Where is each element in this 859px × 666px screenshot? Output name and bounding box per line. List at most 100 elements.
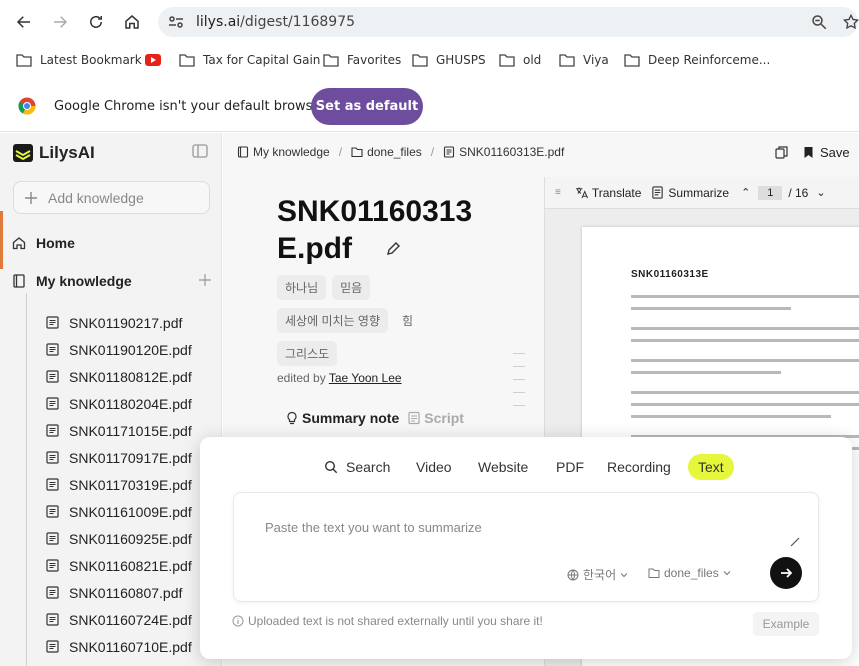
tag[interactable]: 힘 [394,308,421,333]
address-bar[interactable]: lilys.ai/digest/1168975 [158,7,859,37]
summarize-button[interactable]: Summarize [651,186,729,200]
breadcrumb-my-knowledge[interactable]: My knowledge [253,145,330,159]
sidebar-collapse-icon[interactable] [192,143,208,159]
bookmark-icon [804,147,813,158]
tab-label: Text [698,459,724,475]
translate-button[interactable]: Translate [575,185,642,200]
language-selector[interactable]: 한국어 [567,566,628,583]
list-item[interactable]: SNK01161009E.pdf [46,498,221,525]
brand-name: LilysAI [39,143,95,162]
breadcrumb: My knowledge / done_files / SNK01160313E… [237,145,564,159]
file-name: SNK01180204E.pdf [69,395,192,412]
sidebar-accent-bar [0,211,3,269]
bookmark-item[interactable]: old [499,50,541,70]
browser-toolbar: lilys.ai/digest/1168975 [0,0,859,44]
translate-label: Translate [591,185,642,200]
bookmark-star-icon[interactable] [842,13,859,31]
tab-video[interactable]: Video [416,454,452,480]
list-item[interactable]: SNK01160925E.pdf [46,525,221,552]
edit-pencil-icon[interactable] [385,241,401,257]
tab-search[interactable]: Search [324,454,390,480]
set-as-default-button[interactable]: Set as default [311,88,423,125]
editor-link[interactable]: Tae Yoon Lee [329,371,402,385]
add-knowledge-button[interactable]: Add knowledge [13,181,210,214]
tab-summary-note[interactable]: Summary note [285,410,399,426]
globe-icon [567,569,579,580]
next-page-icon[interactable]: ⌄ [816,186,825,199]
copy-icon[interactable] [775,146,788,159]
pdf-text-line [631,295,859,298]
forward-button[interactable] [48,10,72,34]
home-icon [125,15,139,29]
list-item[interactable]: SNK01170319E.pdf [46,471,221,498]
breadcrumb-done-files[interactable]: done_files [367,145,422,159]
page-total: / 16 [788,185,809,200]
sidebar-item-my-knowledge[interactable]: My knowledge [12,273,132,289]
pdf-text-line [631,415,831,418]
tag[interactable]: 하나님 [277,275,327,300]
list-item[interactable]: SNK01180812E.pdf [46,363,221,390]
home-button[interactable] [120,10,144,34]
list-item[interactable]: SNK01160807.pdf [46,579,221,606]
file-name: SNK01160925E.pdf [69,530,192,547]
add-folder-plus-icon[interactable] [198,273,212,287]
save-button[interactable]: Save [802,145,850,160]
list-item[interactable]: SNK01190217.pdf [46,309,221,336]
bookmark-item[interactable]: Viya [559,50,609,70]
sidebar-item-label: My knowledge [36,273,132,289]
tab-recording[interactable]: Recording [607,454,671,480]
lightbulb-icon [287,411,297,425]
pdf-sidebar-toggle[interactable]: ≡ [555,187,561,198]
arrow-right-icon [54,16,68,28]
bookmark-item[interactable]: Latest Bookmark [16,50,142,70]
tag[interactable]: 믿음 [332,275,371,300]
resize-handle-icon[interactable] [790,537,800,547]
folder-selector[interactable]: done_files [648,566,731,580]
file-name: SNK01180812E.pdf [69,368,192,385]
back-button[interactable] [12,10,36,34]
tag[interactable]: 세상에 미치는 영향 [277,308,388,333]
list-item[interactable]: SNK01160821E.pdf [46,552,221,579]
folder-icon [559,54,575,67]
file-name: SNK01190217.pdf [69,314,183,331]
list-item[interactable]: SNK01180204E.pdf [46,390,221,417]
pdf-text-line [631,371,781,374]
tag[interactable]: 그리스도 [277,341,338,366]
sidebar-item-home[interactable]: Home [12,235,75,251]
folder-icon [179,54,195,67]
search-icon [324,460,338,474]
tab-pdf[interactable]: PDF [556,454,584,480]
breadcrumb-separator: / [338,145,343,159]
brand-logo[interactable]: LilysAI [13,143,95,163]
bookmark-item[interactable]: Deep Reinforceme... [624,50,770,70]
tab-script[interactable]: Script [407,410,464,426]
tab-website[interactable]: Website [478,454,528,480]
breadcrumb-current-file[interactable]: SNK01160313E.pdf [459,145,564,159]
tab-text[interactable]: Text [688,454,734,480]
list-item[interactable]: SNK01170917E.pdf [46,444,221,471]
list-item[interactable]: SNK01190120E.pdf [46,336,221,363]
example-button[interactable]: Example [753,612,819,636]
bookmark-item[interactable]: Favorites [323,50,401,70]
site-settings-icon[interactable] [168,14,184,30]
bookmark-label: Latest Bookmark [40,53,142,67]
breadcrumb-separator: / [430,145,435,159]
page-number-input[interactable]: 1 [758,185,783,200]
bookmark-item[interactable]: GHUSPS [412,50,486,70]
submit-button[interactable] [770,557,802,589]
note-tabs: Summary note Script [285,410,472,426]
list-item[interactable]: SNK01160710E.pdf [46,633,221,660]
youtube-bookmark[interactable] [145,50,167,70]
list-item[interactable]: SNK01171015E.pdf [46,417,221,444]
text-input[interactable]: Paste the text you want to summarize [265,520,482,535]
prev-page-icon[interactable]: ⌃ [741,186,750,199]
list-item[interactable]: SNK01160724E.pdf [46,606,221,633]
file-name: SNK01161009E.pdf [69,503,192,520]
zoom-icon[interactable] [810,13,828,31]
summarize-label: Summarize [668,185,730,200]
file-name: SNK01160710E.pdf [69,638,192,655]
reload-button[interactable] [84,10,108,34]
summarize-icon [652,186,664,199]
document-icon [46,613,59,626]
bookmark-item[interactable]: Tax for Capital Gain [179,50,320,70]
